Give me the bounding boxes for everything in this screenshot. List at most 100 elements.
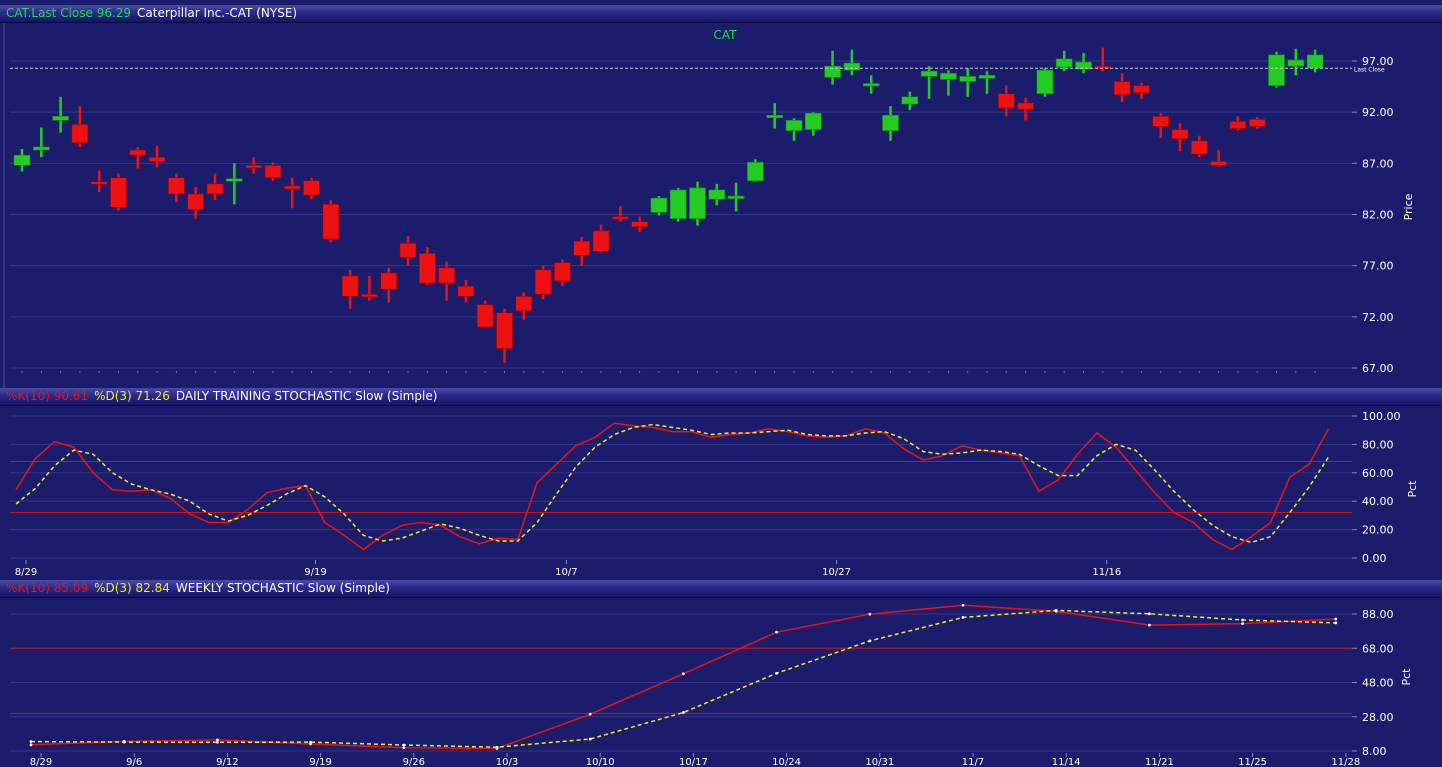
weekly-tick-label: 8.00 — [1362, 745, 1387, 758]
candle-body — [611, 216, 629, 220]
candle-body — [226, 178, 243, 182]
candle-body — [554, 262, 571, 282]
weekly-tick-label: 28.00 — [1362, 711, 1394, 724]
candle-body — [322, 203, 340, 240]
candle-body — [515, 296, 533, 311]
candle-body — [1036, 69, 1054, 95]
weekly-point — [961, 603, 965, 607]
daily-axis-label: Pct — [1406, 480, 1419, 498]
weekly-point — [1241, 618, 1244, 622]
candle-body — [901, 96, 919, 105]
weekly-point — [1334, 617, 1338, 621]
daily-tick-label: 60.00 — [1362, 467, 1394, 480]
weekly-point — [1148, 623, 1151, 627]
weekly-tick-label: 88.00 — [1362, 608, 1394, 621]
weekly-plot-area — [10, 599, 1355, 755]
candle-body — [380, 272, 398, 290]
candle-body — [1171, 129, 1189, 140]
price-tick-label: 67.00 — [1362, 362, 1394, 375]
weekly-point — [216, 738, 219, 742]
candle-body — [168, 177, 185, 195]
weekly-point — [1334, 621, 1338, 625]
candle-body — [978, 75, 996, 79]
candle-body — [341, 275, 359, 297]
candle-body — [534, 269, 552, 295]
candle-body — [804, 112, 822, 130]
candle-body — [303, 180, 320, 196]
weekly-x-label: 11/28 — [1331, 757, 1360, 767]
candle-body — [1306, 54, 1324, 69]
candle-body — [747, 162, 764, 182]
weekly-x-label: 11/7 — [962, 757, 984, 767]
weekly-point — [122, 740, 126, 744]
candle-body — [882, 114, 899, 131]
daily-tick-label: 80.00 — [1362, 438, 1394, 451]
weekly-x-label: 10/24 — [772, 757, 801, 767]
weekly-x-label: 11/21 — [1145, 757, 1174, 767]
candle-body — [689, 187, 706, 219]
candle-body — [1229, 121, 1247, 129]
price-tick-label: 77.00 — [1362, 260, 1394, 273]
candle-body — [785, 120, 803, 131]
weekly-point — [868, 612, 872, 616]
daily-plot-area — [10, 410, 1355, 562]
candle-body — [650, 197, 668, 213]
weekly-point — [775, 671, 778, 675]
weekly-point — [216, 740, 219, 744]
price-panel: CAT.Last Close 96.29 Caterpillar Inc.-CAT… — [0, 0, 1442, 391]
weekly-point — [495, 745, 499, 749]
price-tick-label: 72.00 — [1362, 311, 1394, 324]
daily-x-label: 11/16 — [1092, 567, 1121, 578]
candle-body — [283, 185, 301, 190]
daily-x-label: 8/29 — [15, 567, 37, 578]
candle-body — [148, 156, 166, 162]
price-tick-label: 87.00 — [1362, 157, 1394, 170]
chart-title: CAT — [714, 28, 738, 42]
candle-body — [862, 83, 880, 87]
candle-body — [669, 189, 687, 219]
candle-body — [438, 267, 455, 284]
daily-tick-label: 20.00 — [1362, 524, 1394, 537]
weekly-x-label: 10/3 — [496, 757, 518, 767]
weekly-stochastic-chart[interactable]: 88.00 68.00 48.00 28.00 8.00 8/29 9/6 9/12 9/19… — [0, 580, 1442, 767]
candle-body — [843, 62, 861, 71]
weekly-tick-label: 68.00 — [1362, 642, 1394, 655]
weekly-x-label: 11/14 — [1052, 757, 1081, 767]
daily-stochastic-chart[interactable]: 100.00 80.00 60.00 40.00 20.00 0.00 8/29 9/19 1… — [0, 391, 1442, 580]
weekly-point — [682, 672, 685, 676]
candle-body — [1113, 81, 1131, 96]
weekly-axis-label: Pct — [1400, 668, 1413, 686]
candle-body — [110, 177, 127, 208]
candle-body — [1210, 160, 1227, 166]
candle-body — [13, 154, 31, 166]
weekly-x-label: 11/25 — [1238, 757, 1267, 767]
candle-body — [592, 230, 610, 252]
candle-body — [959, 76, 977, 82]
daily-stochastic-panel: %K(10) 90.61 %D(3) 71.26 DAILY TRAINING ST… — [0, 388, 1442, 580]
candle-body — [129, 149, 147, 156]
candle-body — [71, 124, 89, 144]
weekly-point — [402, 743, 406, 747]
price-chart[interactable]: Last Close CAT 97.0092.0087.0082.0077.00… — [0, 0, 1442, 391]
daily-tick-label: 40.00 — [1362, 495, 1394, 508]
weekly-point — [309, 740, 312, 744]
candle-body — [708, 189, 726, 200]
weekly-x-label: 9/12 — [216, 757, 238, 767]
weekly-point — [588, 737, 592, 741]
candle-body — [940, 72, 957, 80]
candle-body — [399, 242, 417, 258]
candle-body — [187, 193, 204, 210]
daily-x-label: 9/19 — [304, 567, 326, 578]
candle-body — [418, 253, 436, 284]
candle-body — [727, 195, 745, 199]
candle-body — [1287, 59, 1305, 67]
weekly-point — [961, 616, 965, 619]
weekly-point — [29, 740, 33, 743]
candle-body — [573, 240, 591, 256]
candle-body — [997, 93, 1015, 109]
candle-body — [1248, 119, 1266, 127]
candle-body — [1268, 54, 1285, 86]
price-axis-label: Price — [1402, 193, 1415, 220]
weekly-point — [1148, 612, 1151, 616]
daily-tick-label: 0.00 — [1362, 552, 1387, 565]
